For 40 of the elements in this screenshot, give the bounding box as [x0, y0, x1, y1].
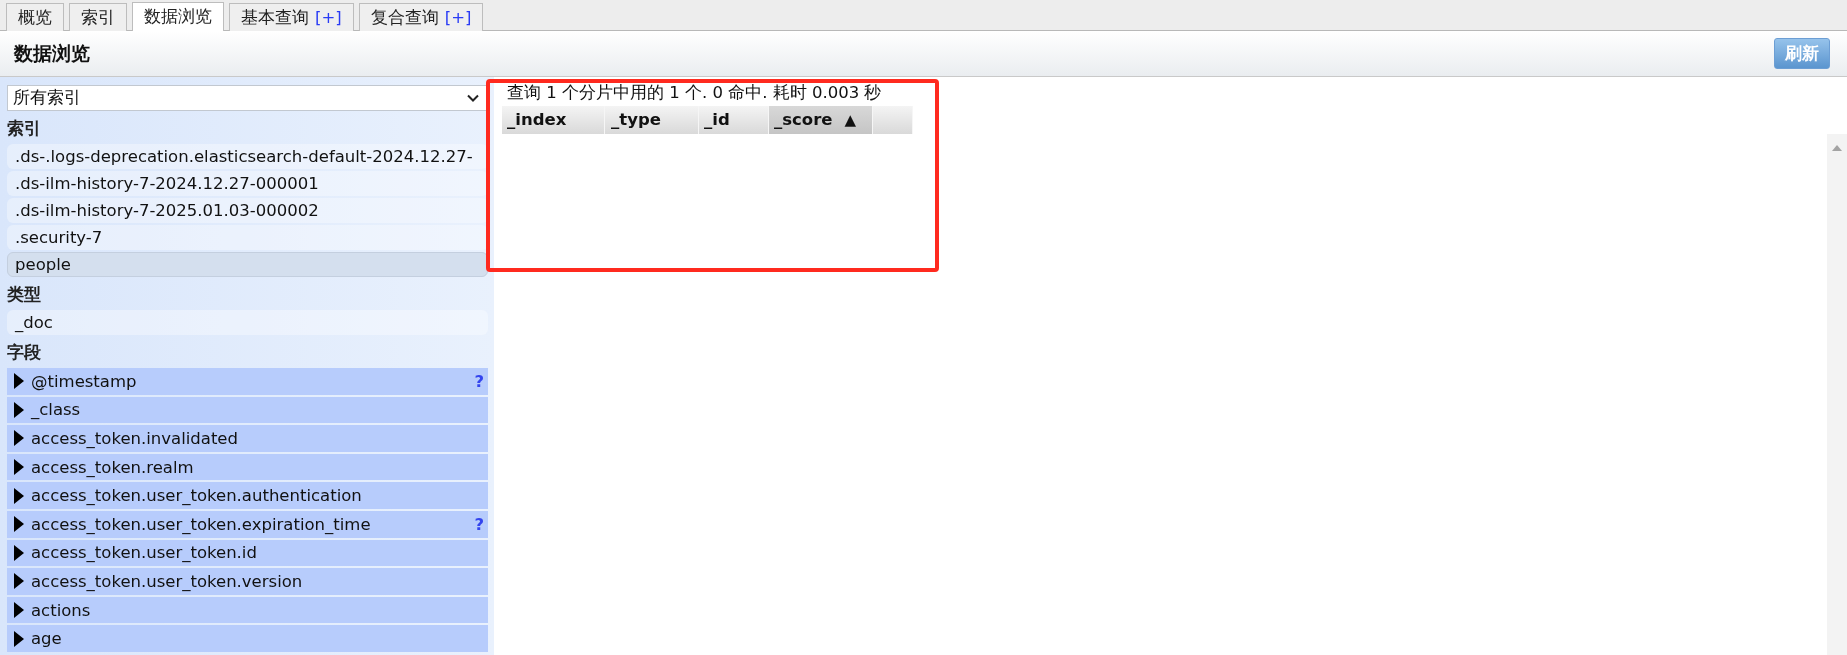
column-header[interactable]: _score ▲ [769, 106, 873, 134]
filter-list-item[interactable]: _doc [7, 310, 488, 335]
add-tab-link[interactable]: [+] [444, 8, 472, 27]
blank-column-header [873, 106, 913, 134]
field-row[interactable]: @timestamp ? [7, 368, 488, 395]
scrollbar[interactable] [1827, 134, 1847, 655]
column-header[interactable]: _id [699, 106, 769, 134]
field-row[interactable]: access_token.invalidated [7, 425, 488, 452]
help-link[interactable]: ? [474, 371, 484, 391]
index-select[interactable]: 所有索引 [7, 85, 488, 111]
scroll-up-arrow-icon [1832, 145, 1842, 151]
field-row[interactable]: access_token.user_token.authentication [7, 482, 488, 509]
section-heading: 索引 [7, 118, 42, 140]
tab[interactable]: 索引 [69, 3, 127, 31]
sort-indicator: ▲ [844, 111, 857, 129]
tab[interactable]: 概览 [6, 3, 64, 31]
add-tab-link[interactable]: [+] [315, 8, 342, 27]
help-link[interactable]: ? [474, 514, 484, 534]
page-title: 数据浏览 [14, 40, 90, 66]
query-summary: 查询 1 个分片中用的 1 个. 0 命中. 耗时 0.003 秒 [506, 82, 883, 103]
field-row[interactable]: age [7, 625, 488, 652]
section-heading: 类型 [7, 284, 42, 306]
tab[interactable]: 基本查询 [+] [229, 3, 354, 31]
filter-list-item[interactable]: people [7, 252, 488, 277]
field-row[interactable]: access_token.realm [7, 453, 488, 481]
filter-list-item[interactable]: .ds-ilm-history-7-2024.12.27-000001 [7, 171, 488, 196]
filter-list-item[interactable]: .ds-ilm-history-7-2025.01.03-000002 [7, 198, 488, 223]
column-header[interactable]: _index [502, 106, 605, 134]
field-row[interactable]: _class [7, 396, 488, 424]
column-header[interactable]: _type [605, 106, 699, 134]
tab[interactable]: 数据浏览 [132, 2, 224, 31]
field-row[interactable]: actions [7, 596, 488, 624]
field-row[interactable]: access_token.user_token.version [7, 568, 488, 595]
filter-list-item[interactable]: .ds-.logs-deprecation.elasticsearch-default-2024.12.27- [7, 144, 488, 169]
section-heading: 字段 [7, 342, 42, 364]
tab[interactable]: 复合查询 [+] [358, 3, 484, 31]
field-row[interactable]: access_token.user_token.id [7, 539, 488, 567]
filter-list-item[interactable]: .security-7 [7, 225, 488, 250]
chevron-down-icon [467, 94, 479, 102]
field-row[interactable]: access_token.user_token.expiration_time ? [7, 510, 488, 538]
